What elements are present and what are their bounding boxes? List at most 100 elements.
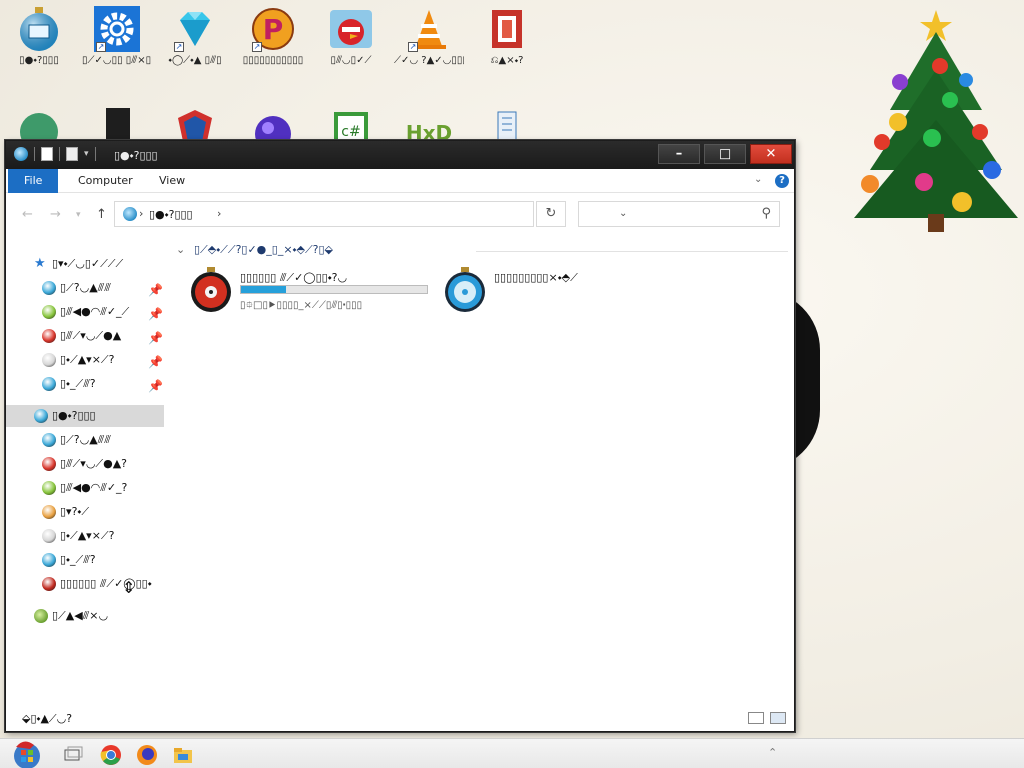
nav-item-label: ▯⬩_⟋⫻?	[60, 553, 96, 566]
status-bar: ⬙▯⬩▲⟋◡?	[6, 707, 794, 731]
monitor-bauble-icon	[16, 6, 62, 52]
pin-icon[interactable]: 📌	[148, 351, 163, 373]
drive-usage-bar	[240, 285, 428, 294]
nav-pc-item[interactable]: ▯▯▯▯▯▯ ⫻⟋✓◯▯▯⬩	[6, 573, 164, 595]
expand-ribbon-chevron-icon[interactable]: ⌄	[754, 174, 762, 185]
tab-view[interactable]: View	[145, 169, 199, 193]
pin-icon[interactable]: 📌	[148, 303, 163, 325]
forward-arrow-icon[interactable]: →	[50, 207, 61, 222]
customize-toolbar-chevron-icon[interactable]: ▾	[84, 149, 89, 159]
drive-bauble-icon	[42, 553, 56, 567]
toolbar-divider	[59, 147, 60, 161]
nav-this-pc[interactable]: ▯●⬩?▯▯▯	[6, 405, 164, 427]
breadcrumb-chevron-icon[interactable]: ›	[139, 207, 143, 220]
nav-quick-access[interactable]: ★ ▯▾⬩⟋◡▯✓⟋⟋⟋	[6, 253, 164, 275]
nav-pc-item[interactable]: ▯⬩_⟋⫻?	[6, 549, 164, 571]
navigation-pane: ★ ▯▾⬩⟋◡▯✓⟋⟋⟋ ▯⟋?◡▲⫻⫻ 📌 ▯⫻◀●◠⫻✓_⟋ 📌 ▯⫻⟋▾◡…	[6, 241, 164, 703]
details-view-icon[interactable]	[748, 712, 764, 724]
drive-item[interactable]: ▯▯▯▯▯▯▯▯▯×⬩⬘⟋	[444, 267, 694, 317]
desktop-icon-1[interactable]: ↗ ▯⟋✓◡▯▯ ▯⫻×▯▯▯	[82, 6, 152, 67]
drive-item[interactable]: ▯▯▯▯▯▯ ⫻⟋✓◯▯▯⬩?◡ ▯⯐□▯⯈▯▯▯▯_×⟋⟋▯⫻▯⬝▯▯▯	[190, 267, 440, 317]
up-arrow-icon[interactable]: ↑	[96, 207, 107, 222]
nav-quick-item[interactable]: ▯⟋?◡▲⫻⫻ 📌	[6, 277, 164, 299]
shortcut-arrow-icon: ↗	[174, 42, 184, 52]
tab-file[interactable]: File	[8, 169, 59, 193]
close-button[interactable]: ✕	[750, 144, 792, 164]
breadcrumb-chevron-icon[interactable]: ›	[217, 207, 221, 220]
christmas-tree-decoration	[842, 0, 1024, 240]
refresh-button[interactable]: ↻	[536, 201, 566, 227]
desktop-icon-0[interactable]: ▯●⬩?▯▯▯	[4, 6, 74, 67]
group-header-label: ▯⟋⬘⬩⟋⟋?▯✓●_▯_×⬩⬘⟋?▯⬙	[194, 243, 334, 256]
navigation-bar: ← → ▾ ↑ › ▯●⬩?▯▯▯ › ⌄ ↻ ⚲	[6, 193, 794, 233]
pin-icon[interactable]: 📌	[148, 375, 163, 397]
pin-icon[interactable]: 📌	[148, 279, 163, 301]
nav-quick-item[interactable]: ▯⬩⟋▲▾×⟋? 📌	[6, 349, 164, 371]
nav-quick-item[interactable]: ▯⬩_⟋⫻? 📌	[6, 373, 164, 395]
new-folder-icon[interactable]	[66, 147, 78, 161]
nav-pc-item[interactable]: ▯⫻⟋▾◡⟋●▲?	[6, 453, 164, 475]
desktop-icon-2[interactable]: ↗ ⬩◯⟋⬩▲ ▯⫻▯	[160, 6, 230, 67]
nav-item-label: ▯⟋?◡▲⫻⫻	[60, 433, 111, 446]
desktop-icon-5[interactable]: ↗ ⟋✓◡ ?▲✓◡▯▯▯	[394, 6, 464, 67]
task-view-icon[interactable]	[62, 744, 84, 766]
nav-item-label: ▯⟋▲◀⫻×◡	[52, 609, 109, 622]
nav-item-label: ▯⬩⟋▲▾×⟋?	[60, 353, 115, 366]
this-pc-bauble-icon	[123, 207, 137, 221]
group-header-devices-and-drives[interactable]: ⌄ ▯⟋⬘⬩⟋⟋?▯✓●_▯_×⬩⬘⟋?▯⬙	[176, 241, 788, 261]
minimize-button[interactable]: –	[658, 144, 700, 164]
nav-quick-item[interactable]: ▯⫻⟋▾◡⟋●▲ 📌	[6, 325, 164, 347]
refresh-icon: ↻	[545, 206, 557, 221]
file-explorer-icon[interactable]	[172, 744, 194, 766]
back-arrow-icon[interactable]: ←	[22, 207, 33, 222]
address-bar[interactable]: › ▯●⬩?▯▯▯ › ⌄	[114, 201, 627, 227]
desktop-icon-4[interactable]: ▯⫻◡▯✓⟋	[316, 6, 386, 67]
desktop-icon-label: ▯▯▯▯▯▯▯▯▯▯▯	[242, 55, 304, 66]
diamond-icon: ↗	[172, 6, 218, 52]
nav-pc-item[interactable]: ▯▾?⬩⟋	[6, 501, 164, 523]
nav-item-label: ▯⬩_⟋⫻?	[60, 377, 96, 390]
nav-network[interactable]: ▯⟋▲◀⫻×◡	[6, 605, 164, 627]
maximize-button[interactable]: □	[704, 144, 746, 164]
hard-drive-bauble-red-icon	[191, 267, 231, 312]
desktop-icon-6[interactable]: ⎌▲×⬩?	[472, 6, 542, 67]
toolbar-divider	[34, 147, 35, 161]
shortcut-arrow-icon: ↗	[408, 42, 418, 52]
resize-cursor-icon: ⇕	[122, 578, 136, 597]
recent-locations-chevron-icon[interactable]: ▾	[76, 210, 81, 220]
pin-icon[interactable]: 📌	[148, 327, 163, 349]
nav-item-label: ▯⫻⟋▾◡⟋●▲	[60, 329, 122, 342]
properties-icon[interactable]	[41, 147, 53, 161]
nav-pc-item[interactable]: ▯⟋?◡▲⫻⫻	[6, 429, 164, 451]
large-icons-view-icon[interactable]	[770, 712, 786, 724]
nav-pc-item[interactable]: ▯⫻◀●◠⫻✓_?	[6, 477, 164, 499]
drive-bauble-icon	[42, 377, 56, 391]
drive-bauble-icon	[42, 481, 56, 495]
show-hidden-icons-chevron-icon[interactable]: ⌃	[768, 746, 777, 759]
help-icon[interactable]: ?	[775, 174, 789, 188]
p-logo-icon: P ↗	[250, 6, 296, 52]
breadcrumb-this-pc[interactable]: ▯●⬩?▯▯▯	[149, 208, 193, 222]
tab-computer[interactable]: Computer	[64, 169, 147, 193]
nav-pc-item[interactable]: ▯⬩⟋▲▾×⟋?	[6, 525, 164, 547]
window-app-icon[interactable]	[14, 147, 28, 161]
chrome-icon[interactable]	[100, 744, 122, 766]
star-icon: ★	[34, 256, 46, 271]
drive-name: ▯▯▯▯▯▯▯▯▯×⬩⬘⟋	[494, 271, 578, 284]
dvd-drive-bauble-icon	[445, 267, 485, 312]
shortcut-arrow-icon: ↗	[252, 42, 262, 52]
network-bauble-icon	[34, 609, 48, 623]
drive-bauble-icon	[42, 329, 56, 343]
start-orb-icon[interactable]	[10, 739, 44, 768]
nav-item-label: ▯●⬩?▯▯▯	[52, 409, 96, 422]
desktop-icon-label: ⬩◯⟋⬩▲ ▯⫻▯	[168, 55, 222, 66]
desktop-icon-3[interactable]: P ↗ ▯▯▯▯▯▯▯▯▯▯▯	[238, 6, 308, 67]
file-list-content: ⌄ ▯⟋⬘⬩⟋⟋?▯✓●_▯_×⬩⬘⟋?▯⬙ ▯▯▯▯▯▯ ⫻⟋✓◯▯▯⬩?◡ …	[170, 241, 790, 711]
nav-item-label: ▯⫻◀●◠⫻✓_?	[60, 481, 128, 494]
collapse-chevron-icon[interactable]: ⌄	[176, 243, 185, 256]
gear-settings-icon: ↗	[94, 6, 140, 52]
title-bar[interactable]: ▾ ▯●⬩?▯▯▯ – □ ✕	[6, 141, 794, 169]
firefox-icon[interactable]	[136, 744, 158, 766]
nav-quick-item[interactable]: ▯⫻◀●◠⫻✓_⟋ 📌	[6, 301, 164, 323]
search-input[interactable]: ⚲	[578, 201, 780, 227]
